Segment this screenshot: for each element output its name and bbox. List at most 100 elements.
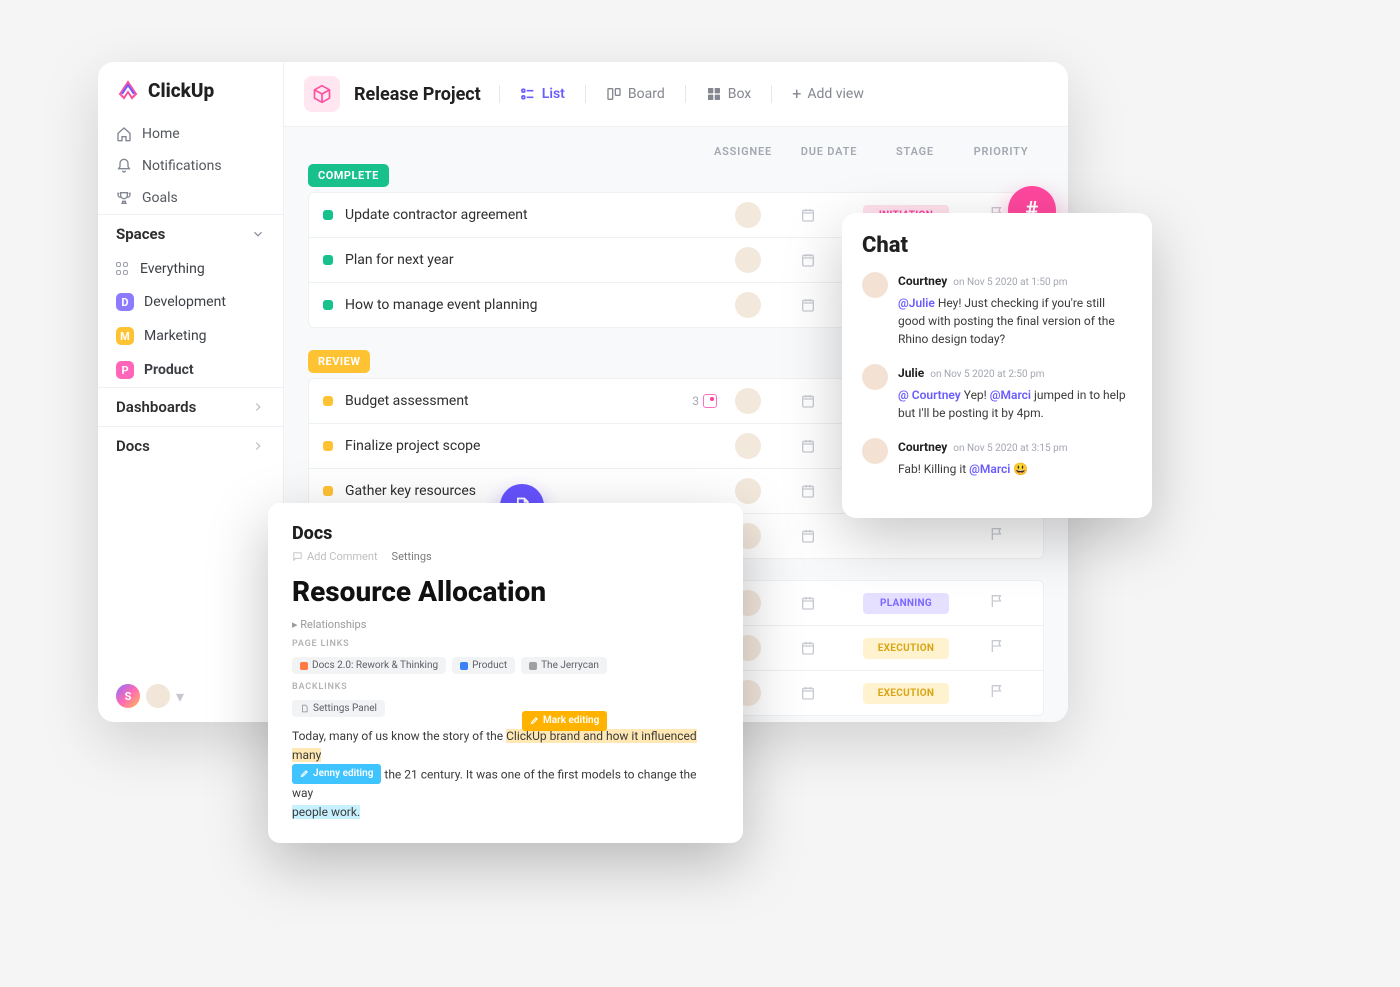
chat-timestamp: on Nov 5 2020 at 1:50 pm (953, 275, 1067, 290)
sidebar-item-everything[interactable]: Everything (98, 253, 283, 285)
calendar-icon[interactable] (798, 638, 818, 658)
spaces-header-label: Spaces (116, 225, 165, 243)
chip-icon (300, 662, 308, 670)
calendar-icon[interactable] (798, 205, 818, 225)
comment-indicator[interactable]: 3 (692, 394, 717, 408)
sidebar-item-product[interactable]: PProduct (98, 353, 283, 387)
view-tab-list[interactable]: List (518, 82, 567, 106)
column-headers: ASSIGNEE DUE DATE STAGE PRIORITY (308, 145, 1044, 158)
pencil-icon (530, 716, 539, 725)
task-title: Finalize project scope (345, 438, 723, 454)
spaces-header[interactable]: Spaces (98, 214, 283, 253)
assignee-avatar[interactable] (735, 292, 761, 318)
nav-goals-label: Goals (142, 190, 178, 206)
sidebar-item-marketing[interactable]: MMarketing (98, 319, 283, 353)
logo[interactable]: ClickUp (98, 62, 283, 118)
chat-author: Julie (898, 364, 924, 382)
status-square-icon (323, 300, 333, 310)
sidebar-section-docs[interactable]: Docs (98, 426, 283, 465)
priority-flag-icon[interactable] (989, 593, 1009, 613)
priority-flag-icon[interactable] (989, 683, 1009, 703)
task-title: Update contractor agreement (345, 207, 723, 223)
calendar-icon[interactable] (798, 481, 818, 501)
backlinks-label: BACKLINKS (292, 682, 719, 692)
stage-pill[interactable]: EXECUTION (863, 638, 949, 659)
sidebar-section-dashboards[interactable]: Dashboards (98, 387, 283, 426)
doc-icon (300, 704, 309, 713)
mention[interactable]: @Marci (990, 388, 1031, 402)
nav-notifications[interactable]: Notifications (98, 150, 283, 182)
assignee-avatar[interactable] (735, 433, 761, 459)
nav-home-label: Home (142, 126, 180, 142)
mark-editing-tag: Mark editing (514, 709, 615, 733)
calendar-icon[interactable] (798, 683, 818, 703)
add-comment-button[interactable]: Add Comment (292, 550, 378, 563)
assignee-avatar[interactable] (735, 478, 761, 504)
page-link-chip[interactable]: The Jerrycan (521, 657, 607, 674)
calendar-icon[interactable] (798, 593, 818, 613)
col-stage: STAGE (872, 145, 958, 158)
add-comment-label: Add Comment (307, 550, 378, 563)
status-square-icon (323, 210, 333, 220)
chat-avatar[interactable] (862, 364, 888, 390)
view-tab-box[interactable]: Box (704, 82, 754, 106)
docs-nav-label: Docs (116, 437, 150, 455)
chat-text: Fab! Killing it @Marci 😃 (898, 460, 1132, 478)
col-priority: PRIORITY (958, 145, 1044, 158)
backlink-chip[interactable]: Settings Panel (292, 700, 385, 717)
stage-pill[interactable]: EXECUTION (863, 683, 949, 704)
caret-down-icon[interactable]: ▾ (176, 687, 184, 706)
everything-label: Everything (140, 261, 205, 277)
relationships-field[interactable]: ▸ Relationships (292, 618, 719, 631)
chat-author: Courtney (898, 272, 947, 290)
task-title: Plan for next year (345, 252, 723, 268)
docs-panel: Docs Add Comment Settings Resource Alloc… (268, 503, 743, 843)
view-tab-board[interactable]: Board (604, 82, 667, 106)
priority-flag-icon[interactable] (989, 638, 1009, 658)
chat-text: @ Courtney Yep! @Marci jumped in to help… (898, 386, 1132, 422)
add-view-button[interactable]: + Add view (790, 82, 866, 106)
workspace-avatar[interactable]: S (116, 684, 140, 708)
jenny-editing-tag: Jenny editing (292, 764, 381, 784)
task-title: How to manage event planning (345, 297, 723, 313)
sidebar: ClickUp Home Notifications Goals Spaces … (98, 62, 284, 722)
docs-panel-title: Docs (292, 523, 719, 544)
calendar-icon[interactable] (798, 391, 818, 411)
nav-home[interactable]: Home (98, 118, 283, 150)
space-badge-icon: M (116, 327, 134, 345)
calendar-icon[interactable] (798, 526, 818, 546)
chat-message: Courtneyon Nov 5 2020 at 1:50 pm@Julie H… (862, 272, 1132, 348)
mention[interactable]: @ Courtney (898, 388, 961, 402)
page-link-chip[interactable]: Product (452, 657, 515, 674)
status-square-icon (323, 255, 333, 265)
project-title: Release Project (354, 84, 481, 105)
assignee-avatar[interactable] (735, 247, 761, 273)
board-icon (606, 86, 622, 102)
view-tab-board-label: Board (628, 86, 665, 102)
user-avatar[interactable] (146, 684, 170, 708)
group-label[interactable]: COMPLETE (308, 164, 389, 187)
stage-pill[interactable]: PLANNING (863, 593, 949, 614)
chat-avatar[interactable] (862, 438, 888, 464)
chip-icon (460, 662, 468, 670)
doc-body[interactable]: Mark editing Today, many of us know the … (292, 727, 719, 821)
col-due-date: DUE DATE (786, 145, 872, 158)
chat-avatar[interactable] (862, 272, 888, 298)
mention[interactable]: @Julie (898, 296, 935, 310)
status-square-icon (323, 396, 333, 406)
mention[interactable]: @Marci (969, 462, 1010, 476)
assignee-avatar[interactable] (735, 388, 761, 414)
assignee-avatar[interactable] (735, 202, 761, 228)
page-link-chip[interactable]: Docs 2.0: Rework & Thinking (292, 657, 446, 674)
nav-notifications-label: Notifications (142, 158, 222, 174)
calendar-icon[interactable] (798, 295, 818, 315)
sidebar-item-development[interactable]: DDevelopment (98, 285, 283, 319)
calendar-icon[interactable] (798, 436, 818, 456)
calendar-icon[interactable] (798, 250, 818, 270)
trophy-icon (116, 190, 132, 206)
nav-goals[interactable]: Goals (98, 182, 283, 214)
docs-settings-button[interactable]: Settings (392, 550, 432, 563)
group-label[interactable]: REVIEW (308, 350, 370, 373)
chat-panel: Chat Courtneyon Nov 5 2020 at 1:50 pm@Ju… (842, 213, 1152, 518)
priority-flag-icon[interactable] (989, 526, 1009, 546)
